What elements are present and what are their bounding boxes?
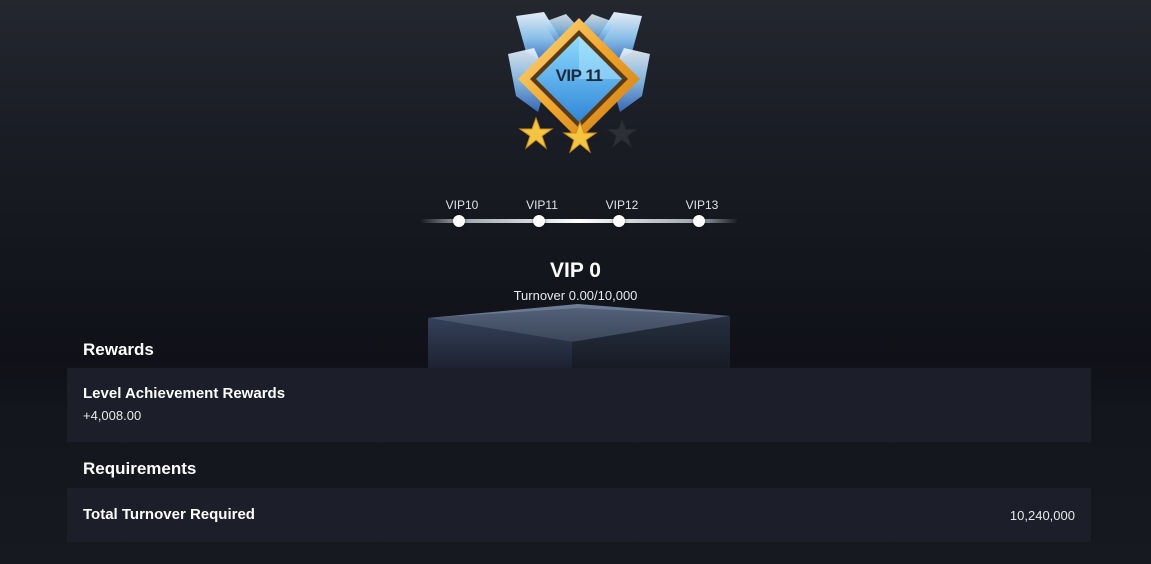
level-label-vip11[interactable]: VIP11 xyxy=(512,198,572,212)
pedestal-graphic xyxy=(428,304,730,368)
vip-badge: VIP 11 xyxy=(504,8,654,160)
level-dot-vip13[interactable] xyxy=(693,215,705,227)
rewards-card: Level Achievement Rewards +4,008.00 xyxy=(67,368,1091,442)
level-dot-vip11[interactable] xyxy=(533,215,545,227)
total-turnover-required-title: Total Turnover Required xyxy=(83,506,255,523)
level-dot-vip12[interactable] xyxy=(613,215,625,227)
level-achievement-rewards-value: +4,008.00 xyxy=(83,408,142,423)
requirements-card: Total Turnover Required 10,240,000 xyxy=(67,488,1091,542)
level-dot-vip10[interactable] xyxy=(453,215,465,227)
current-vip-title: VIP 0 xyxy=(550,259,601,282)
requirements-heading: Requirements xyxy=(83,459,197,478)
level-label-vip13[interactable]: VIP13 xyxy=(672,198,732,212)
rewards-heading: Rewards xyxy=(83,340,154,359)
total-turnover-required-value: 10,240,000 xyxy=(1009,508,1075,523)
level-track-labels: VIP10 VIP11 VIP12 VIP13 xyxy=(0,198,1151,214)
vip-detail-page: VIP 11 VIP10 VIP11 VIP12 VIP13 VIP 0 Tur… xyxy=(0,0,1151,564)
level-track-line xyxy=(420,219,738,223)
level-label-vip10[interactable]: VIP10 xyxy=(432,198,492,212)
level-label-vip12[interactable]: VIP12 xyxy=(592,198,652,212)
vip-badge-label: VIP 11 xyxy=(555,66,603,85)
current-turnover-text: Turnover 0.00/10,000 xyxy=(513,288,638,303)
level-achievement-rewards-title: Level Achievement Rewards xyxy=(83,385,286,402)
